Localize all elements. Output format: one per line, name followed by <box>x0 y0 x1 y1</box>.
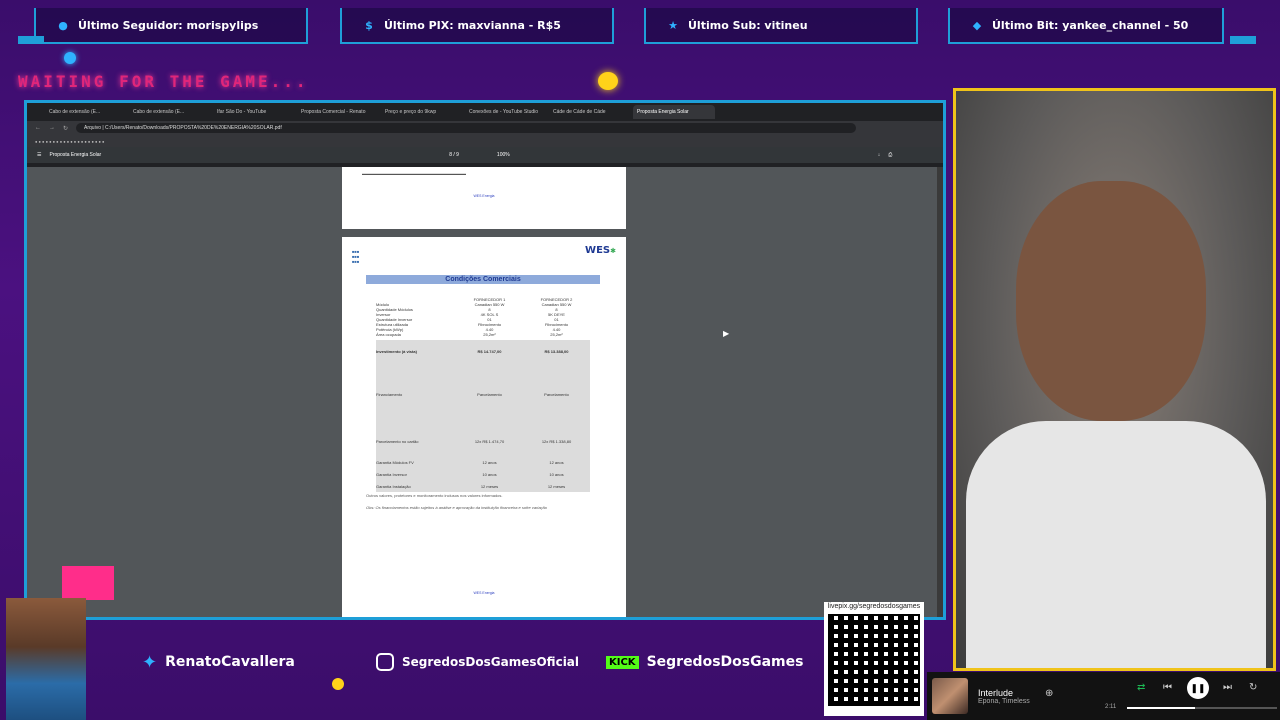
browser-tab-active[interactable]: Proposta Energia Solar <box>633 105 715 119</box>
back-icon[interactable]: ← <box>35 125 41 131</box>
album-art <box>932 678 968 714</box>
social-instagram-label: SegredosDosGamesOficial <box>402 655 580 669</box>
bookmarks-icon[interactable]: ● ● ● ● ● ● ● ● ● ● ● ● ● ● ● ● ● ● ● ● <box>35 139 104 144</box>
forward-icon[interactable]: → <box>49 125 55 131</box>
repeat-icon[interactable]: ↻ <box>1249 682 1257 693</box>
progress-track[interactable] <box>1127 707 1277 709</box>
qr-code-box: livepix.gg/segredosdosgames <box>824 602 924 716</box>
pdf-toolbar: ☰ Proposta Energia Solar 8 / 9 100% ↓ ⎙ <box>27 147 943 163</box>
table-row: Investimento (à vista) R$ 14.747,00 R$ 13.… <box>376 348 569 354</box>
stat-last-pix: $ Último PIX: maxvianna - R$5 <box>340 8 614 44</box>
browser-tab[interactable]: Ifar São Do - YouTube <box>213 105 295 119</box>
browser-tab[interactable]: Preço e preço do 9kwp <box>381 105 463 119</box>
mouse-cursor-icon: ▶ <box>723 329 730 338</box>
stat-last-sub: ★ Último Sub: vitineu <box>644 8 918 44</box>
browser-tab[interactable]: Cáde de Cáde de Cáde <box>549 105 631 119</box>
stat-last-follower: ● Último Seguidor: morispylips <box>34 8 308 44</box>
print-icon[interactable]: ⎙ <box>888 152 892 158</box>
menu-icon[interactable]: ☰ <box>37 152 41 158</box>
table-row: Parcelamento no cartão 12x R$ 1.474,70 12x… <box>376 438 572 444</box>
pdf-viewer[interactable]: ▬▬▬▬▬▬▬▬▬▬▬▬▬▬▬▬▬▬▬▬▬▬▬▬▬▬ WES Energia ■… <box>27 167 943 617</box>
pdf-page-previous: ▬▬▬▬▬▬▬▬▬▬▬▬▬▬▬▬▬▬▬▬▬▬▬▬▬▬ WES Energia <box>342 167 626 229</box>
stat-last-bit: ◆ Último Bit: yankee_channel - 50 <box>948 8 1224 44</box>
twitter-icon: ✦ <box>142 651 158 673</box>
pdf-page-commercial: ■■■ ■■■ ■■■ WES✱ Condições Comerciais FORN… <box>342 237 626 617</box>
browser-tab[interactable]: Cabo de extensão (E... <box>129 105 211 119</box>
url-field[interactable]: Arquivo | C:/Users/Renato/Downloads/PROP… <box>76 123 857 133</box>
browser-tab[interactable]: Proposta Comercial - Renato <box>297 105 379 119</box>
user-icon: ● <box>58 18 68 32</box>
dollar-icon: $ <box>365 18 373 32</box>
table-row: Financiamento Parcelamento Parcelamento <box>376 391 569 397</box>
instagram-icon <box>376 653 394 671</box>
qr-code-icon <box>828 614 920 706</box>
note-financing: Obs: Os financiamentos estão sujeitos à … <box>366 505 547 510</box>
pdf-scrollbar[interactable] <box>937 167 943 617</box>
star-icon: ★ <box>668 18 678 32</box>
add-icon[interactable]: ⊕ <box>1045 688 1053 699</box>
note-included: Outros valores, protetores e monitoramen… <box>366 493 503 498</box>
deco-bar-left <box>18 36 44 44</box>
social-kick-label: SegredosDosGames <box>646 654 804 670</box>
download-icon[interactable]: ↓ <box>878 152 881 158</box>
next-icon[interactable]: ⏭ <box>1223 682 1232 693</box>
waiting-for-game-text: WAITING FOR THE GAME... <box>18 72 309 91</box>
pdf-zoom[interactable]: 100% <box>497 152 510 158</box>
diamond-icon: ◆ <box>972 18 982 32</box>
table-row: Garantia Inversor 10 anos 10 anos <box>376 471 564 477</box>
music-player: Interlude Epona, Timeless ⊕ ⇄ ⏮ ❚❚ ⏭ ↻ 2… <box>927 672 1280 720</box>
browser-tab[interactable]: Conexões de - YouTube Studio <box>465 105 547 119</box>
table-row: Garantia Módulos FV 12 anos 12 anos <box>376 459 564 465</box>
stat-last-sub-label: Último Sub: vitineu <box>688 18 808 32</box>
social-instagram: SegredosDosGamesOficial <box>376 648 579 676</box>
webcam-person <box>1016 181 1206 421</box>
browser-tab-strip: Cabo de extensão (E... Cabo de extensão … <box>27 103 943 121</box>
stat-last-follower-label: Último Seguidor: morispylips <box>78 18 259 32</box>
address-bar-row: ← → ↻ Arquivo | C:/Users/Renato/Download… <box>27 121 943 135</box>
reload-icon[interactable]: ↻ <box>63 125 68 132</box>
kick-icon: KICK <box>606 655 639 669</box>
page-footer: WES Energia <box>473 591 495 595</box>
table-row: Garantia Instalação 12 meses 12 meses <box>376 483 566 489</box>
grey-section: Investimento (à vista) R$ 14.747,00 R$ 13.… <box>376 340 590 492</box>
track-title: Interlude <box>978 687 1014 698</box>
pause-button[interactable]: ❚❚ <box>1187 677 1209 699</box>
social-twitter-label: RenatoCavallera <box>165 654 295 670</box>
pdf-page-indicator[interactable]: 8 / 9 <box>449 152 459 158</box>
deco-bar-right <box>1230 36 1256 44</box>
pixel-character <box>6 598 86 720</box>
social-kick: KICK SegredosDosGames <box>606 648 803 676</box>
shuffle-icon[interactable]: ⇄ <box>1137 682 1145 693</box>
webcam-feed <box>953 88 1276 671</box>
deco-star-yellow-small <box>332 678 344 690</box>
track-artist: Epona, Timeless <box>978 697 1030 705</box>
client-logo: ■■■ ■■■ ■■■ <box>352 249 360 264</box>
deco-star-blue <box>64 52 76 64</box>
browser-window: Cabo de extensão (E... Cabo de extensão … <box>24 100 946 620</box>
commercial-table: FORNECEDOR 1 FORNECEDOR 2 Módulo Canadian… <box>376 297 590 492</box>
deco-star-yellow <box>598 72 618 90</box>
page-footer: WES Energia <box>473 194 495 198</box>
section-title: Condições Comerciais <box>366 275 600 284</box>
progress-fill <box>1127 707 1195 709</box>
elapsed-time: 2:11 <box>1105 704 1117 710</box>
wes-logo: WES✱ <box>585 245 616 256</box>
bookmarks-bar: ● ● ● ● ● ● ● ● ● ● ● ● ● ● ● ● ● ● ● ● <box>27 135 943 147</box>
table-row: Área ocupada 25,2m² 25,2m² <box>376 332 563 337</box>
stat-last-pix-label: Último PIX: maxvianna - R$5 <box>384 18 561 32</box>
browser-tab[interactable]: Cabo de extensão (E... <box>45 105 127 119</box>
qr-label: livepix.gg/segredosdosgames <box>827 603 921 610</box>
social-twitter: ✦ RenatoCavallera <box>142 648 295 676</box>
stat-last-bit-label: Último Bit: yankee_channel - 50 <box>992 18 1189 32</box>
pixel-invader-icon <box>62 566 114 600</box>
pdf-title: Proposta Energia Solar <box>49 152 102 158</box>
previous-icon[interactable]: ⏮ <box>1163 682 1172 693</box>
